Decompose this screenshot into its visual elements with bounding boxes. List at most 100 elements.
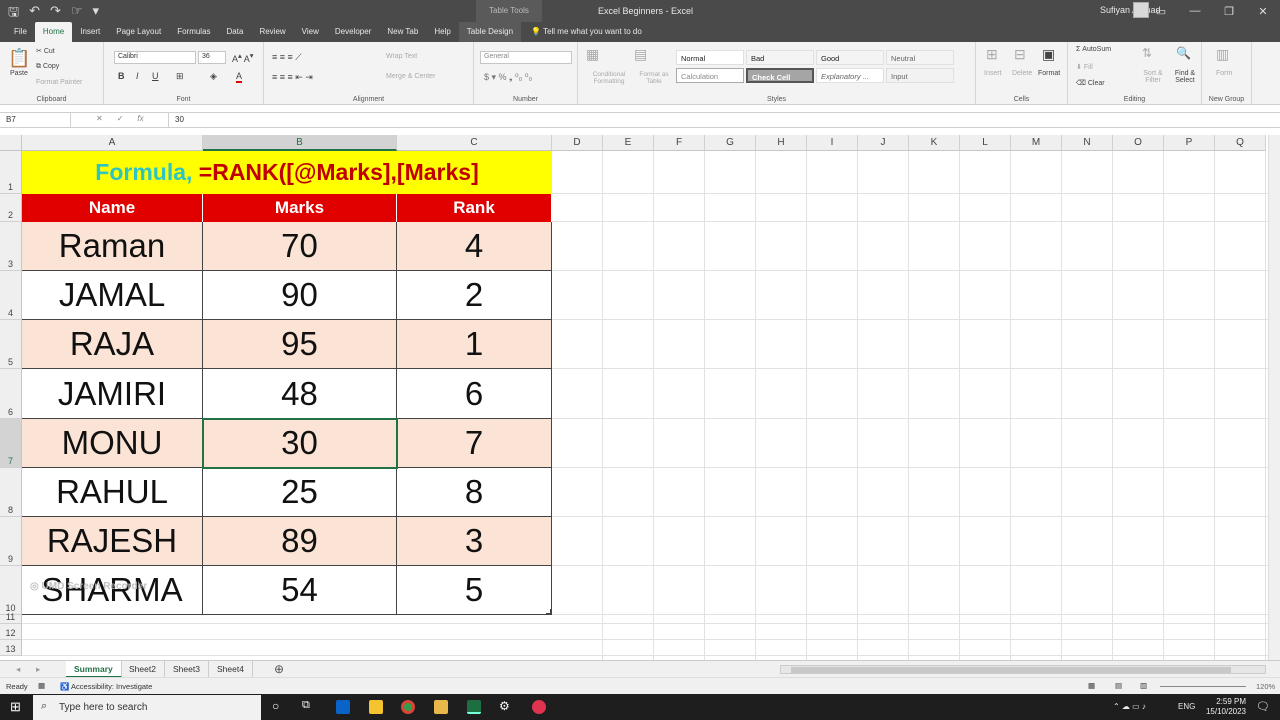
wrap-text-button[interactable]: Wrap Text: [386, 53, 417, 60]
row-header-12[interactable]: 12: [0, 624, 22, 640]
column-header-j[interactable]: J: [858, 135, 909, 151]
tab-review[interactable]: Review: [251, 22, 293, 42]
bold-button[interactable]: B: [118, 71, 125, 81]
paste-icon[interactable]: 📋: [8, 48, 30, 69]
cancel-icon[interactable]: ✕: [96, 114, 103, 123]
notifications-icon[interactable]: 🗨: [1256, 700, 1270, 713]
borders-icon[interactable]: ⊞: [176, 71, 184, 82]
table-cell-rank[interactable]: 2: [397, 271, 552, 320]
restore-button[interactable]: ❐: [1212, 0, 1246, 22]
tab-table-design[interactable]: Table Design: [458, 22, 522, 42]
row-header-10[interactable]: 10: [0, 566, 22, 615]
form-icon[interactable]: ▥: [1216, 46, 1229, 63]
style-input[interactable]: Input: [886, 68, 954, 83]
cut-button[interactable]: ✂ Cut: [36, 47, 55, 55]
table-resize-handle[interactable]: [546, 609, 552, 615]
new-sheet-icon[interactable]: ⊕: [266, 661, 292, 678]
close-button[interactable]: ✕: [1246, 0, 1280, 22]
accessibility-status[interactable]: ♿ Accessibility: Investigate: [60, 682, 152, 691]
format-button[interactable]: Format: [1038, 70, 1060, 77]
page-layout-view-icon[interactable]: ▤: [1115, 681, 1122, 690]
formula-input[interactable]: 30: [168, 113, 190, 128]
table-cell-rank[interactable]: 1: [397, 320, 552, 369]
table-cell-marks[interactable]: 90: [203, 271, 397, 320]
style-check-cell[interactable]: Check Cell: [746, 68, 814, 83]
table-cell-rank[interactable]: 5: [397, 566, 552, 615]
prev-sheet-icon[interactable]: ◂: [8, 661, 28, 678]
task-view-icon[interactable]: ⧉: [302, 699, 310, 712]
column-header-p[interactable]: P: [1164, 135, 1215, 151]
style-neutral[interactable]: Neutral: [886, 50, 954, 65]
copy-button[interactable]: ⧉ Copy: [36, 63, 59, 71]
row-header-8[interactable]: 8: [0, 468, 22, 517]
table-cell-marks[interactable]: 54: [203, 566, 397, 615]
name-box[interactable]: B7: [3, 113, 71, 128]
row-header-6[interactable]: 6: [0, 369, 22, 419]
font-size-select[interactable]: 36: [198, 51, 226, 64]
tab-home[interactable]: Home: [34, 22, 73, 42]
find-select-button[interactable]: Find & Select: [1170, 70, 1200, 84]
tab-data[interactable]: Data: [219, 22, 252, 42]
sort-filter-icon[interactable]: ⇅: [1142, 46, 1152, 60]
column-header-f[interactable]: F: [654, 135, 705, 151]
align-left-icon[interactable]: ≡ ≡ ≡ ⇤ ⇥: [272, 72, 313, 83]
table-cell-rank[interactable]: 4: [397, 222, 552, 271]
file-explorer-shortcut-icon[interactable]: [369, 700, 383, 714]
row-header-5[interactable]: 5: [0, 320, 22, 369]
style-explanatory[interactable]: Explanatory ...: [816, 68, 884, 83]
tab-developer[interactable]: Developer: [327, 22, 379, 42]
conditional-format-icon[interactable]: ▦: [586, 46, 599, 63]
number-format-select[interactable]: General: [480, 51, 572, 64]
table-cell-rank[interactable]: 8: [397, 468, 552, 517]
tab-insert[interactable]: Insert: [72, 22, 108, 42]
column-header-h[interactable]: H: [756, 135, 807, 151]
tell-me-search[interactable]: 💡 Tell me what you want to do: [521, 22, 642, 42]
format-table-icon[interactable]: ▤: [634, 46, 647, 63]
header-cell-name[interactable]: Name: [22, 194, 203, 222]
autosum-button[interactable]: Σ AutoSum: [1076, 46, 1111, 53]
currency-icon[interactable]: $ ▾ % ❟ ⁰₀ ⁰₀: [484, 72, 532, 83]
chrome-icon[interactable]: [401, 700, 415, 714]
worksheet-grid[interactable]: A B C D E F G H I J K L M N O P Q 1 2 3 4 5 6 7 8 9 10 11 12 13 Formul…: [0, 135, 1268, 660]
table-cell-marks[interactable]: 89: [203, 517, 397, 566]
delete-button[interactable]: Delete: [1012, 70, 1032, 77]
macro-record-icon[interactable]: ▦: [38, 681, 45, 690]
table-cell-marks[interactable]: 95: [203, 320, 397, 369]
column-header-i[interactable]: I: [807, 135, 858, 151]
row-header-11[interactable]: 11: [0, 612, 22, 624]
row-header-9[interactable]: 9: [0, 517, 22, 566]
header-cell-rank[interactable]: Rank: [397, 194, 552, 222]
sheet-tab-sheet2[interactable]: Sheet2: [121, 661, 165, 678]
horizontal-scroll-thumb[interactable]: [791, 667, 1231, 673]
column-header-b[interactable]: B: [203, 135, 397, 151]
find-icon[interactable]: 🔍: [1176, 46, 1191, 60]
excel-app-icon[interactable]: [467, 700, 481, 714]
horizontal-scrollbar[interactable]: [780, 665, 1266, 674]
vertical-scrollbar[interactable]: [1268, 135, 1280, 660]
row-header-7[interactable]: 7: [0, 419, 22, 468]
sheet-tab-sheet3[interactable]: Sheet3: [165, 661, 209, 678]
ribbon-display-options-icon[interactable]: ▭: [1144, 0, 1178, 22]
column-header-g[interactable]: G: [705, 135, 756, 151]
row-header-13[interactable]: 13: [0, 640, 22, 656]
table-cell-name[interactable]: RAJESH: [22, 517, 203, 566]
cortana-icon[interactable]: ○: [272, 699, 279, 713]
format-cells-icon[interactable]: ▣: [1042, 46, 1055, 63]
zoom-slider[interactable]: [1160, 686, 1246, 687]
clock[interactable]: 2:59 PM 15/10/2023: [1206, 697, 1246, 717]
insert-cells-icon[interactable]: ⊞: [986, 46, 998, 63]
zoom-level[interactable]: 120%: [1256, 682, 1275, 691]
column-header-n[interactable]: N: [1062, 135, 1113, 151]
table-cell-name[interactable]: JAMIRI: [22, 369, 203, 419]
clear-button[interactable]: ⌫ Clear: [1076, 79, 1105, 87]
form-button[interactable]: Form: [1216, 70, 1232, 77]
table-cell-marks[interactable]: 30: [203, 419, 397, 468]
table-cell-marks[interactable]: 70: [203, 222, 397, 271]
column-header-d[interactable]: D: [552, 135, 603, 151]
paste-button[interactable]: Paste: [10, 70, 28, 77]
table-cell-name[interactable]: Raman: [22, 222, 203, 271]
insert-function-icon[interactable]: fx: [137, 114, 143, 123]
select-all-corner[interactable]: [0, 135, 22, 151]
align-top-icon[interactable]: ≡ ≡ ≡ ⟋: [272, 52, 302, 63]
italic-button[interactable]: I: [136, 71, 139, 81]
